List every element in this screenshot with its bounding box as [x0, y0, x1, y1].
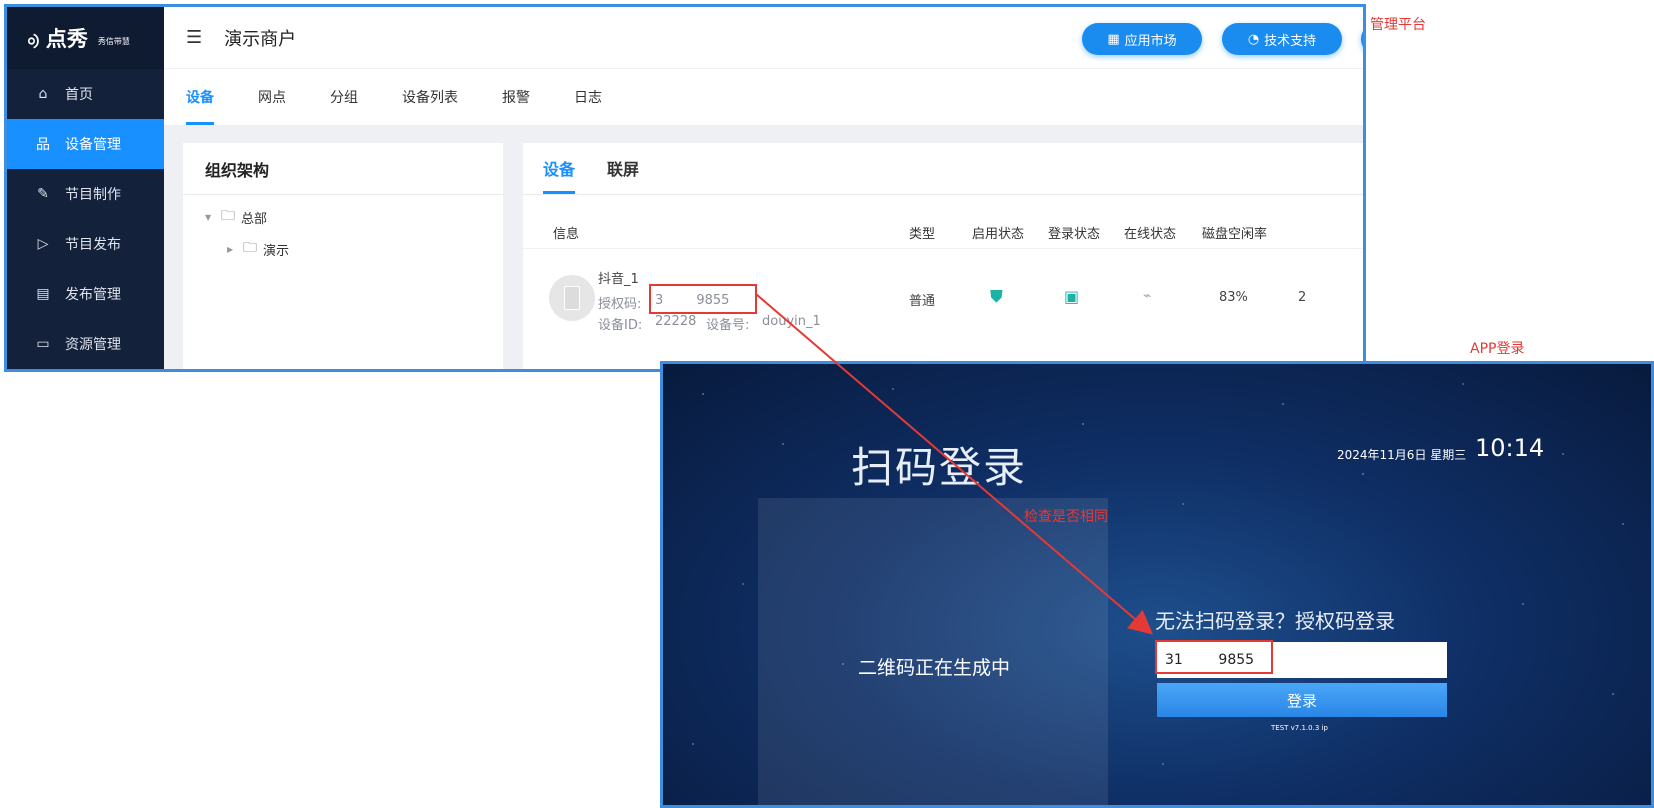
- tab-outlet[interactable]: 网点: [258, 69, 286, 125]
- header-online-status: 在线状态: [1124, 227, 1177, 242]
- admin-platform-label: 管理平台: [1370, 17, 1426, 33]
- device-panel: 设备 联屏 信息 类型 启用状态 登录状态 在线状态 磁盘空闲率 抖音_1 授权…: [523, 143, 1363, 369]
- more-button[interactable]: [1361, 23, 1363, 55]
- caret-right-icon[interactable]: ▶: [227, 245, 243, 254]
- auth-code-highlight: [649, 284, 757, 314]
- tab-devices[interactable]: 设备: [543, 142, 576, 194]
- edit-icon: ✎: [37, 186, 49, 202]
- admin-window: ᢀ 点秀 秀信带慧 ⌂ 首页 品 设备管理 ✎ 节目制作 ▷ 节目发布 ▤ 发布…: [4, 4, 1366, 372]
- org-panel: 组织架构 ▼ 🗀 总部 ▶ 🗀 演示: [183, 143, 503, 369]
- merchant-name: 演示商户: [224, 28, 297, 50]
- tab-joint-screen[interactable]: 联屏: [607, 142, 639, 194]
- monitor-check-icon: ▣: [1064, 287, 1080, 306]
- sidebar-item-label: 设备管理: [65, 137, 121, 153]
- sidebar-item-label: 首页: [65, 87, 93, 103]
- version-text: TEST v7.1.0.3 ip: [1271, 724, 1328, 732]
- sidebar-item-resource-management[interactable]: ▭ 资源管理: [7, 319, 164, 369]
- device-id-value: 22228: [655, 314, 697, 329]
- tree-node-label: 总部: [241, 211, 268, 227]
- device-avatar: [549, 275, 595, 321]
- time-display: 10:14: [1475, 434, 1545, 462]
- tree-node-label: 演示: [263, 243, 290, 259]
- folder-open-icon: 🗀: [243, 240, 257, 256]
- sitemap-icon: 品: [36, 137, 50, 153]
- sidebar-item-program-production[interactable]: ✎ 节目制作: [7, 169, 164, 219]
- folder-open-icon: 🗀: [221, 208, 235, 224]
- shield-icon: ⛊: [990, 287, 1003, 307]
- header-type: 类型: [909, 227, 936, 242]
- headset-icon: ◔: [1247, 31, 1260, 47]
- tree-node-headquarters[interactable]: ▼ 🗀 总部: [183, 201, 503, 233]
- login-button[interactable]: 登录: [1157, 683, 1447, 717]
- header-info: 信息: [553, 227, 580, 242]
- auth-input-highlight: [1155, 640, 1273, 674]
- tech-support-label: 技术支持: [1264, 33, 1317, 49]
- logo-name: 点秀: [45, 27, 88, 51]
- sidebar-item-home[interactable]: ⌂ 首页: [7, 69, 164, 119]
- app-market-button[interactable]: ▦ 应用市场: [1082, 23, 1202, 55]
- sidebar-item-device-management[interactable]: 品 设备管理: [7, 119, 164, 169]
- sidebar-item-label: 节目发布: [65, 237, 121, 253]
- tab-device-list[interactable]: 设备列表: [402, 69, 458, 125]
- phone-icon: [564, 286, 580, 310]
- home-icon: ⌂: [38, 86, 48, 102]
- folder-icon: ▭: [36, 336, 50, 352]
- menu-toggle-icon[interactable]: ☰: [186, 27, 202, 48]
- table-row[interactable]: 抖音_1 授权码: 3 9855 设备ID: 22228 设备号: douyin…: [523, 250, 1363, 346]
- store-icon: ▦: [1107, 31, 1120, 47]
- logo: ᢀ 点秀 秀信带慧: [7, 7, 164, 69]
- header-enable-status: 启用状态: [972, 227, 1025, 242]
- sidebar-item-label: 发布管理: [65, 287, 121, 303]
- scan-login-title: 扫码登录: [851, 443, 1028, 492]
- sidebar-item-publish-management[interactable]: ▤ 发布管理: [7, 269, 164, 319]
- app-login-window: 扫码登录 2024年11月6日 星期三 10:14 二维码正在生成中 无法扫码登…: [660, 361, 1654, 808]
- app-market-label: 应用市场: [1124, 33, 1177, 49]
- sidebar-item-program-publish[interactable]: ▷ 节目发布: [7, 219, 164, 269]
- device-no-label: 设备号:: [706, 318, 750, 333]
- table-header: 信息 类型 启用状态 登录状态 在线状态 磁盘空闲率: [523, 211, 1363, 249]
- header-disk-free: 磁盘空闲率: [1202, 227, 1268, 242]
- tab-device[interactable]: 设备: [186, 69, 214, 125]
- tab-alarm[interactable]: 报警: [502, 69, 530, 125]
- device-type: 普通: [909, 294, 936, 309]
- sidebar-item-label: 节目制作: [65, 187, 121, 203]
- tab-group[interactable]: 分组: [330, 69, 358, 125]
- wifi-off-icon: ⌁: [1143, 288, 1152, 304]
- date-display: 2024年11月6日 星期三: [1337, 448, 1467, 462]
- disk-free-value: 83%: [1219, 290, 1248, 305]
- app-login-label: APP登录: [1470, 341, 1525, 357]
- header-login-status: 登录状态: [1048, 227, 1101, 242]
- device-name: 抖音_1: [598, 272, 639, 287]
- device-id-label: 设备ID:: [598, 318, 643, 333]
- sidebar-item-label: 资源管理: [65, 337, 121, 353]
- main-tabs: 设备 网点 分组 设备列表 报警 日志: [164, 69, 1363, 125]
- tree-node-demo[interactable]: ▶ 🗀 演示: [183, 233, 503, 265]
- qr-code-area: 二维码正在生成中: [758, 498, 1108, 805]
- device-no-value: douyin_1: [762, 314, 821, 329]
- send-icon: ▷: [37, 236, 49, 252]
- auth-code-login-title: 无法扫码登录？授权码登录: [1155, 609, 1395, 633]
- list-icon: ▤: [36, 286, 50, 302]
- logo-sub: 秀信带慧: [97, 36, 130, 46]
- sidebar: ᢀ 点秀 秀信带慧 ⌂ 首页 品 设备管理 ✎ 节目制作 ▷ 节目发布 ▤ 发布…: [7, 7, 164, 369]
- topbar: ☰ 演示商户 ▦ 应用市场 ◔ 技术支持: [164, 7, 1363, 69]
- org-title: 组织架构: [183, 143, 503, 195]
- auth-code-label: 授权码:: [598, 297, 642, 312]
- wifi-logo-icon: ᢀ: [27, 31, 40, 56]
- caret-down-icon[interactable]: ▼: [205, 213, 221, 222]
- tab-log[interactable]: 日志: [574, 69, 602, 125]
- check-same-label: 检查是否相同: [1024, 509, 1108, 525]
- qr-status-text: 二维码正在生成中: [858, 657, 1011, 679]
- device-panel-tabs: 设备 联屏: [523, 143, 1363, 195]
- truncated-cell: 2: [1298, 290, 1307, 305]
- tech-support-button[interactable]: ◔ 技术支持: [1222, 23, 1342, 55]
